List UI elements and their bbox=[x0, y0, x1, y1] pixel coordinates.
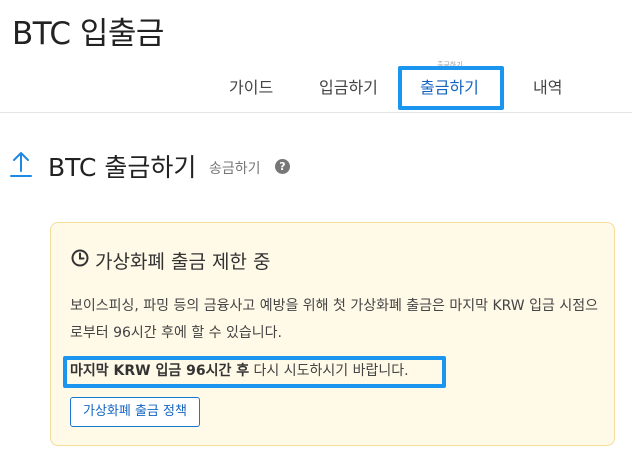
arrow-up-icon bbox=[10, 150, 32, 182]
withdrawal-restriction-notice: 가상화폐 출금 제한 중 보이스피싱, 파밍 등의 금융사고 예방을 위해 첫 … bbox=[50, 222, 615, 446]
tab-history[interactable]: 내역 bbox=[533, 74, 562, 98]
section-subtitle: 송금하기 bbox=[209, 161, 261, 177]
tab-bar: 출금하기 가이드 입금하기 출금하기 내역 bbox=[0, 60, 632, 112]
header-divider bbox=[0, 112, 632, 113]
notice-description: 보이스피싱, 파밍 등의 금융사고 예방을 위해 첫 가상화폐 출금은 마지막 … bbox=[70, 298, 598, 341]
clock-icon bbox=[71, 249, 89, 271]
help-circle-icon[interactable]: ? bbox=[275, 159, 290, 174]
page-title: BTC 입출금 bbox=[12, 16, 164, 52]
notice-warning: 마지막 KRW 입금 96시간 후 다시 시도하시기 바랍니다. bbox=[70, 361, 409, 381]
tab-withdraw[interactable]: 출금하기 bbox=[420, 74, 479, 98]
section-title: BTC 출금하기 bbox=[48, 153, 197, 182]
tab-guide[interactable]: 가이드 bbox=[229, 74, 273, 98]
notice-title: 가상화폐 출금 제한 중 bbox=[95, 251, 271, 273]
tab-deposit[interactable]: 입금하기 bbox=[319, 74, 378, 98]
notice-warning-rest: 다시 시도하시기 바랍니다. bbox=[249, 363, 409, 379]
withdrawal-policy-button[interactable]: 가상화폐 출금 정책 bbox=[70, 397, 200, 427]
notice-warning-bold: 마지막 KRW 입금 96시간 후 bbox=[70, 363, 250, 379]
